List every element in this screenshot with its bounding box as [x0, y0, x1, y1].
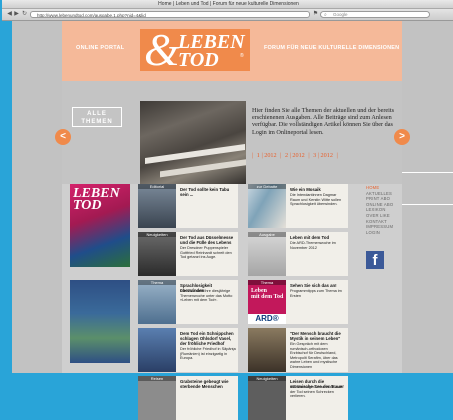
page-content: ONLINE PORTAL & LEBEN TOD ® FORUM FÜR NE…	[62, 21, 402, 420]
magazine-cover-2[interactable]	[70, 280, 130, 363]
article-image	[138, 376, 176, 420]
hero-section: ALLE THEMEN Hier finden Sie alle Themen …	[62, 81, 402, 184]
logo-ampersand: &	[144, 24, 180, 75]
article-image: Leben mit dem Tod ARD®	[248, 280, 286, 324]
site-logo[interactable]: & LEBEN TOD ®	[140, 24, 250, 75]
hero-photo	[140, 101, 246, 184]
issue-link-2[interactable]: 2 | 2012	[285, 152, 305, 159]
cover-title-line2: TOD	[73, 198, 102, 213]
facebook-icon[interactable]: f	[366, 251, 384, 269]
back-icon[interactable]: ◀	[6, 11, 13, 18]
article-image	[248, 376, 286, 420]
logo-tod: TOD	[178, 49, 219, 71]
issue-link-1[interactable]: 1 | 2012	[257, 152, 277, 159]
article-title: Sehen Sie sich das an!	[290, 283, 337, 288]
article-category: zur Debatte	[248, 184, 286, 189]
article-card[interactable]: Dem Tod ein Schnippchen schlagen Ohlsdor…	[138, 328, 238, 372]
article-title: "Der Mensch braucht die Mystik in seinem…	[290, 331, 341, 341]
article-description: Die ARD stellt ihre diesjährige Themenwo…	[180, 289, 233, 303]
article-title: Wie ein Mosaik	[290, 187, 321, 192]
browser-toolbar: ◀ ▶ ↻ http://www.lebenundtod.com/ausgabe…	[2, 9, 453, 21]
logo-registered: ®	[240, 53, 244, 59]
article-card[interactable]: Reisen Grabsteine gebeugt wie sterbende …	[138, 376, 238, 420]
article-card[interactable]: Editorial Der Tod sollte kein Tabu sein …	[138, 184, 238, 228]
article-card[interactable]: Neuigkeiten Der Tod aus Düsselmesse und …	[138, 232, 238, 276]
article-card[interactable]: Leben mit dem Tod ARD® Thema Sehen Sie s…	[248, 280, 348, 324]
all-themes-line2: THEMEN	[81, 119, 113, 125]
sidebar-item-login[interactable]: LOGIN	[366, 230, 402, 236]
article-description: Programmtipps zum Thema im Ersten	[290, 289, 342, 298]
sidebar-menu: HOME AKTUELLES PRINT ABO ONLINE ABO LEXI…	[366, 185, 402, 235]
article-title: Leben mit dem Tod	[290, 235, 330, 240]
article-card[interactable]: Ausgabe Leben mit dem Tod Die ARD-Themen…	[248, 232, 348, 276]
online-portal-label[interactable]: ONLINE PORTAL	[76, 45, 124, 51]
ard-promo-line2: mit dem Tod	[251, 294, 284, 300]
article-description: Der Dresdner Puppenspieler Gottfried Rei…	[180, 246, 232, 260]
window-title: Home | Leben und Tod | Forum für neue ku…	[2, 0, 453, 9]
article-title: Dem Tod ein Schnippchen schlagen Ohlsdor…	[180, 331, 234, 346]
article-description: Ein Gespräch mit dem rumänisch-orthodoxe…	[290, 342, 338, 369]
article-category: Neuigkeiten	[248, 376, 286, 381]
article-category: Neuigkeiten	[138, 232, 176, 237]
forward-icon[interactable]: ▶	[13, 11, 20, 18]
search-icon: ⌕	[324, 12, 327, 18]
callout-line	[402, 172, 453, 173]
article-category: Thema	[138, 280, 176, 285]
article-description: Im Hamburger Lotsenhaus soll der Tod sei…	[290, 385, 342, 399]
callout-line	[402, 204, 453, 205]
article-title: Grabsteine gebeugt wie sterbende Mensche…	[180, 379, 229, 389]
url-bar[interactable]: http://www.lebenundtod.com/ausgabe.1.php…	[30, 11, 310, 18]
article-image	[138, 280, 176, 324]
all-themes-line1: ALLE	[87, 111, 107, 117]
page-viewport: ONLINE PORTAL & LEBEN TOD ® FORUM FÜR NE…	[2, 21, 453, 420]
article-image	[138, 328, 176, 372]
articles-grid: LEBEN TOD Editorial Der Tod sollte kein …	[62, 184, 402, 420]
article-description: Die ARD-Themenwoche im November 2012	[290, 241, 336, 250]
left-margin-bar	[0, 21, 12, 373]
all-themes-button[interactable]: ALLE THEMEN	[72, 107, 122, 127]
article-card[interactable]: zur Debatte Wie ein Mosaik Die Intendant…	[248, 184, 348, 228]
article-description: Die Intendantinnen Dagmar Raum und Kerst…	[290, 193, 342, 207]
site-header: ONLINE PORTAL & LEBEN TOD ® FORUM FÜR NE…	[62, 21, 402, 81]
article-category: Editorial	[138, 184, 176, 189]
search-input[interactable]: ⌕ Google	[320, 11, 430, 18]
magazine-cover-1[interactable]: LEBEN TOD	[70, 184, 130, 267]
article-category: Reisen	[138, 376, 176, 381]
article-description: Der fröhliche Friedhof in Săpânţa (Rumän…	[180, 347, 236, 361]
article-image	[138, 184, 176, 228]
article-category: Ausgabe	[248, 232, 286, 237]
reload-icon[interactable]: ↻	[21, 11, 28, 18]
ard-logo: ARD®	[248, 314, 286, 324]
article-image	[248, 184, 286, 228]
browser-window: Home | Leben und Tod | Forum für neue ku…	[2, 0, 453, 420]
hero-text: Hier finden Sie alle Themen der aktuelle…	[252, 107, 394, 136]
article-card[interactable]: Thema Sprachlosigkeit überwinden Die ARD…	[138, 280, 238, 324]
issue-link-3[interactable]: 3 | 2012	[313, 152, 333, 159]
article-title: Der Tod aus Düsselmesse und die Fülle de…	[180, 235, 234, 245]
article-image	[248, 328, 286, 372]
article-card[interactable]: "Der Mensch braucht die Mystik in seinem…	[248, 328, 348, 372]
article-image	[248, 232, 286, 276]
issue-links: | 1 | 2012 | 2 | 2012 | 3 | 2012 |	[252, 152, 338, 159]
carousel-next-button[interactable]: >	[394, 129, 410, 145]
article-category: Thema	[248, 280, 286, 285]
article-card[interactable]: Neuigkeiten Leisen durch die stürmische …	[248, 376, 348, 420]
article-title: Der Tod sollte kein Tabu sein ...	[180, 187, 230, 197]
carousel-prev-button[interactable]: <	[55, 129, 71, 145]
rss-icon[interactable]: ⚑	[312, 11, 319, 18]
site-tagline: FORUM FÜR NEUE KULTURELLE DIMENSIONEN	[264, 45, 400, 51]
article-image	[138, 232, 176, 276]
search-placeholder: Google	[333, 12, 348, 17]
